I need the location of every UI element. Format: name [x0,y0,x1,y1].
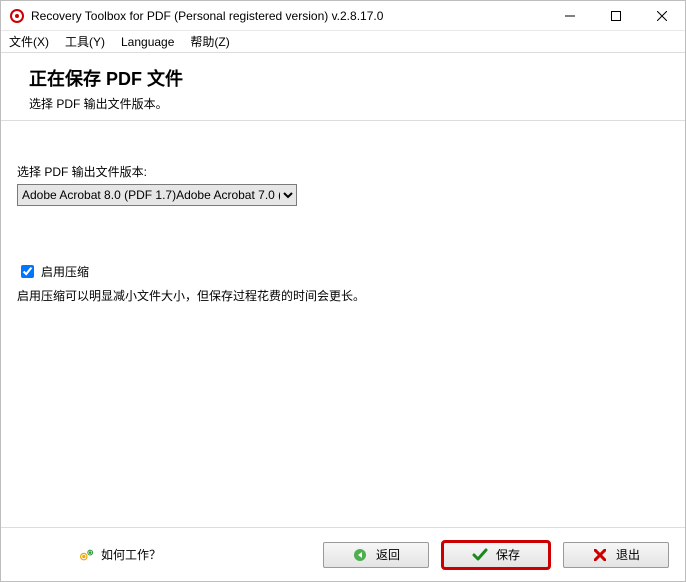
compress-label: 启用压缩 [41,263,89,280]
menu-help[interactable]: 帮助(Z) [190,33,229,50]
compress-checkbox[interactable] [21,265,34,278]
compress-hint: 启用压缩可以明显减小文件大小，但保存过程花费的时间会更长。 [17,287,669,304]
exit-button[interactable]: 退出 [563,542,669,568]
menu-bar: 文件(X) 工具(Y) Language 帮助(Z) [1,31,685,53]
save-button[interactable]: 保存 [443,542,549,568]
page-title: 正在保存 PDF 文件 [29,65,669,91]
exit-label: 退出 [616,546,640,563]
menu-tools[interactable]: 工具(Y) [65,33,105,50]
footer-bar: 如何工作？ 返回 保存 退出 [1,527,685,581]
title-bar: Recovery Toolbox for PDF (Personal regis… [1,1,685,31]
check-icon [472,547,488,563]
maximize-button[interactable] [593,1,639,30]
pdf-version-select[interactable]: Adobe Acrobat 8.0 (PDF 1.7)Adobe Acrobat… [17,184,297,206]
how-it-works-link[interactable]: 如何工作？ [79,546,161,563]
page-header: 正在保存 PDF 文件 选择 PDF 输出文件版本。 [1,53,685,121]
arrow-left-icon [352,547,368,563]
minimize-button[interactable] [547,1,593,30]
page-subtitle: 选择 PDF 输出文件版本。 [29,95,669,112]
menu-file[interactable]: 文件(X) [9,33,49,50]
content-area: 选择 PDF 输出文件版本: Adobe Acrobat 8.0 (PDF 1.… [1,121,685,527]
back-button[interactable]: 返回 [323,542,429,568]
app-icon [9,8,25,24]
back-label: 返回 [376,546,400,563]
x-icon [592,547,608,563]
gears-icon [79,547,95,563]
save-label: 保存 [496,546,520,563]
close-button[interactable] [639,1,685,30]
window-controls [547,1,685,30]
window-title: Recovery Toolbox for PDF (Personal regis… [31,9,547,23]
menu-language[interactable]: Language [121,35,174,49]
how-it-works-label: 如何工作？ [101,546,161,563]
version-label: 选择 PDF 输出文件版本: [17,163,669,180]
